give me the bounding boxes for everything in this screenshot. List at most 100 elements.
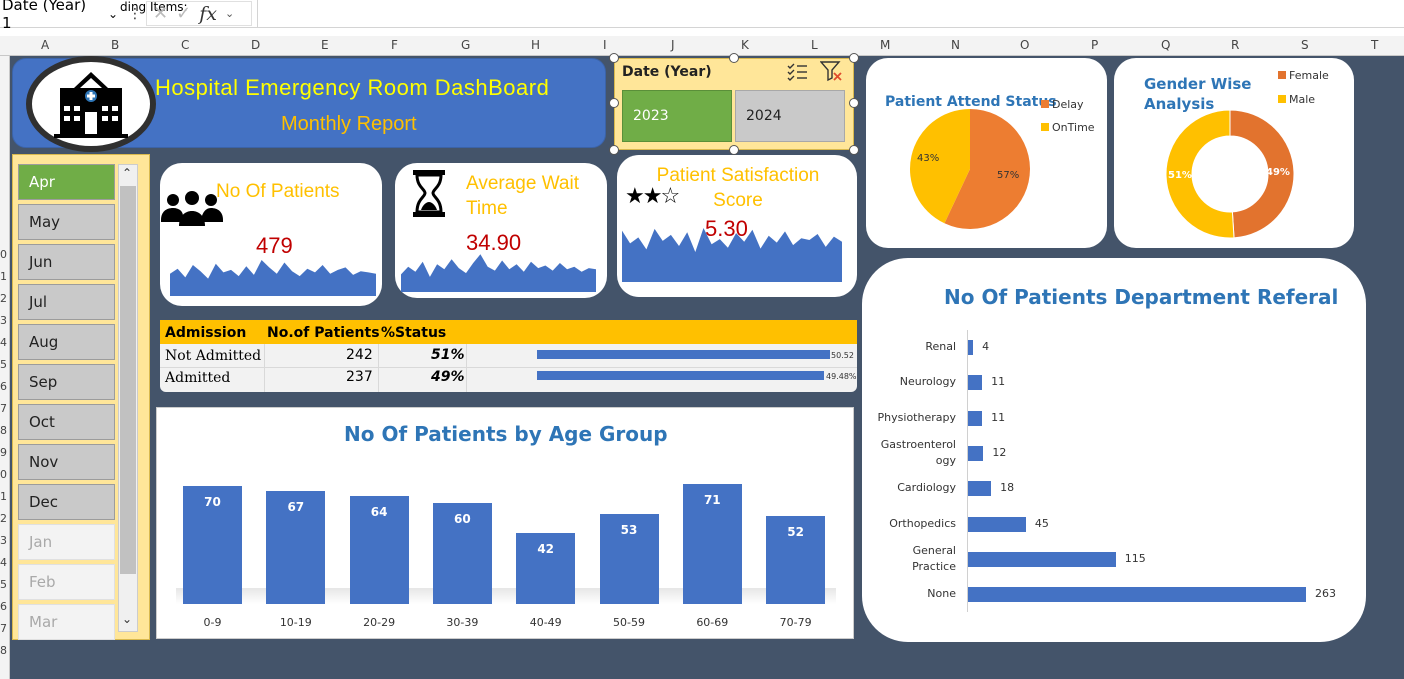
resize-handle[interactable] [609, 145, 619, 155]
row-header-cell[interactable]: 7 [0, 402, 7, 415]
kpi-wait-title-line2: Time [466, 198, 508, 219]
admission-row-pct: 51% [431, 347, 465, 363]
column-header-cell[interactable]: R [1231, 38, 1239, 52]
row-header-cell[interactable]: 2 [0, 292, 7, 305]
column-header-cell[interactable]: O [1020, 38, 1029, 52]
department-referral-title: No Of Patients Department Referal [944, 285, 1339, 309]
resize-handle[interactable] [849, 145, 859, 155]
age-category-label: 0-9 [203, 616, 222, 629]
sparkline-wait-time [401, 254, 596, 292]
multi-select-icon[interactable] [786, 61, 808, 85]
column-header-cell[interactable]: M [880, 38, 890, 52]
resize-handle[interactable] [729, 53, 739, 63]
column-header-cell[interactable]: C [181, 38, 189, 52]
column-header-cell[interactable]: Q [1161, 38, 1170, 52]
row-header-cell[interactable]: 6 [0, 600, 7, 613]
resize-handle[interactable] [729, 145, 739, 155]
month-mar-button[interactable]: Mar [18, 604, 115, 640]
month-jun-button[interactable]: Jun [18, 244, 115, 280]
row-header-cell[interactable]: 1 [0, 270, 7, 283]
dept-bar[interactable] [968, 587, 1306, 603]
month-dec-button[interactable]: Dec [18, 484, 115, 520]
month-may-button[interactable]: May [18, 204, 115, 240]
sparkline-satisfaction [622, 228, 842, 282]
scroll-up-icon[interactable]: ⌃ [122, 166, 132, 180]
row-header-cell[interactable]: 9 [0, 446, 7, 459]
dept-bar[interactable] [968, 375, 983, 391]
column-header-cell[interactable]: K [741, 38, 749, 52]
column-header-cell[interactable]: I [603, 38, 607, 52]
column-header-cell[interactable]: P [1091, 38, 1098, 52]
row-header-cell[interactable]: 4 [0, 336, 7, 349]
dept-bar-value: 115 [1124, 551, 1146, 565]
month-oct-button[interactable]: Oct [18, 404, 115, 440]
dept-category-label: Renal [925, 340, 956, 353]
row-header-cell[interactable]: 3 [0, 534, 7, 547]
column-header-cell[interactable]: J [671, 38, 675, 52]
column-header-cell[interactable]: G [461, 38, 470, 52]
row-header-cell[interactable]: 8 [0, 644, 7, 657]
column-header-cell[interactable]: D [251, 38, 260, 52]
row-header-cell[interactable]: 5 [0, 358, 7, 371]
month-feb-button[interactable]: Feb [18, 564, 115, 600]
insert-function-icon[interactable]: fx [199, 3, 217, 25]
dept-bar[interactable] [968, 481, 992, 497]
dept-bar-value: 11 [991, 410, 1006, 424]
dept-bar-value: 263 [1315, 587, 1336, 601]
resize-handle[interactable] [849, 98, 859, 108]
chevron-down-icon[interactable]: ⌄ [225, 7, 234, 20]
year-2023-button[interactable]: 2023 [622, 90, 732, 142]
chevron-down-icon[interactable]: ⌄ [108, 7, 118, 21]
dept-bar[interactable] [968, 445, 984, 461]
clear-filter-icon[interactable] [819, 60, 844, 86]
year-2024-button[interactable]: 2024 [735, 90, 845, 142]
month-apr-button[interactable]: Apr [18, 164, 115, 200]
attend-status-pie [910, 109, 1030, 229]
row-header-cell[interactable]: 0 [0, 468, 7, 481]
month-aug-button[interactable]: Aug [18, 324, 115, 360]
formula-input[interactable] [257, 0, 1404, 27]
dept-bar[interactable] [968, 516, 1026, 532]
admission-header-label: Admission [165, 325, 247, 341]
cancel-icon[interactable]: ✕ [153, 3, 168, 24]
row-header-cell[interactable]: 7 [0, 622, 7, 635]
row-header-cell[interactable]: 3 [0, 314, 7, 327]
column-header-cell[interactable]: T [1371, 38, 1378, 52]
month-sep-button[interactable]: Sep [18, 364, 115, 400]
column-header-cell[interactable]: N [951, 38, 960, 52]
row-header-cell[interactable]: 8 [0, 424, 7, 437]
age-bar-value: 60 [454, 511, 471, 526]
enter-icon[interactable]: ✓ [176, 3, 191, 24]
name-box-value: Date (Year) 1 [2, 0, 87, 32]
admission-header-status: %Status [381, 325, 447, 341]
age-category-label: 10-19 [279, 616, 312, 629]
scrollbar-thumb[interactable] [120, 186, 136, 574]
hospital-building-icon [54, 72, 128, 138]
column-header-cell[interactable]: F [391, 38, 398, 52]
row-header-cell[interactable]: 5 [0, 578, 7, 591]
name-box[interactable]: Date (Year) 1 ⌄ [0, 0, 118, 32]
month-jul-button[interactable]: Jul [18, 284, 115, 320]
column-header-cell[interactable]: S [1301, 38, 1309, 52]
admission-bar-label: 50.52 [831, 351, 854, 360]
month-nov-button[interactable]: Nov [18, 444, 115, 480]
month-jan-button[interactable]: Jan [18, 524, 115, 560]
row-header-cell[interactable]: 4 [0, 556, 7, 569]
resize-handle[interactable] [609, 53, 619, 63]
dept-bar[interactable] [968, 340, 974, 355]
dept-bar[interactable] [968, 551, 1116, 567]
row-header-cell[interactable]: 1 [0, 490, 7, 503]
dept-bar-value: 18 [1000, 481, 1015, 495]
scroll-down-icon[interactable]: ⌄ [122, 612, 132, 626]
column-header-cell[interactable]: B [111, 38, 119, 52]
row-header-cell[interactable]: 2 [0, 512, 7, 525]
column-header-cell[interactable]: L [811, 38, 818, 52]
row-header-cell[interactable]: 6 [0, 380, 7, 393]
column-header-cell[interactable]: A [41, 38, 49, 52]
column-header-cell[interactable]: H [531, 38, 540, 52]
column-header-cell[interactable]: E [321, 38, 329, 52]
row-header-cell[interactable]: 0 [0, 248, 7, 261]
resize-handle[interactable] [609, 98, 619, 108]
resize-handle[interactable] [849, 53, 859, 63]
dept-bar[interactable] [968, 410, 983, 426]
